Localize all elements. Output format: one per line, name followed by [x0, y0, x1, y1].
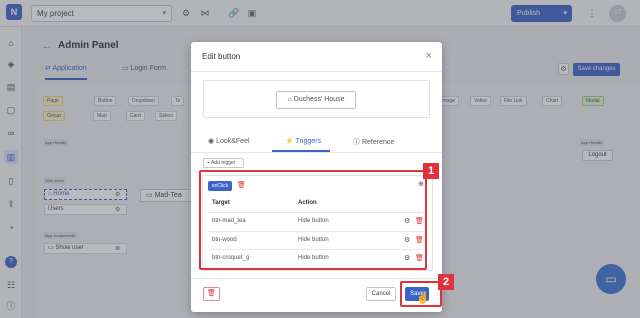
- annotation-box-1: [199, 170, 427, 270]
- annotation-number-1: 1: [423, 163, 439, 179]
- eye-icon: ◉: [208, 138, 215, 145]
- close-icon[interactable]: ×: [426, 50, 432, 62]
- tab-reference[interactable]: ⓘ Reference: [353, 137, 394, 147]
- info-icon: ⓘ: [353, 139, 360, 146]
- trash-icon: 🗑: [207, 290, 216, 297]
- divider: [191, 278, 442, 279]
- hand-cursor-icon: ☝: [416, 292, 430, 304]
- delete-button[interactable]: 🗑: [203, 287, 220, 301]
- preview-button[interactable]: ⌂ Duchess' House: [276, 91, 356, 109]
- wand-icon: ⚡: [285, 138, 294, 145]
- tab-look-and-feel[interactable]: ◉ Look&Feel: [208, 137, 250, 145]
- cancel-button[interactable]: Cancel: [366, 287, 396, 301]
- tab-triggers[interactable]: ⚡ Triggers: [285, 137, 321, 145]
- modal-title: Edit button: [202, 52, 241, 61]
- add-trigger-button[interactable]: + Add trigger: [203, 158, 244, 168]
- divider: [191, 152, 442, 153]
- button-preview: ⌂ Duchess' House: [203, 80, 430, 118]
- divider: [191, 71, 442, 72]
- annotation-number-2: 2: [438, 274, 454, 290]
